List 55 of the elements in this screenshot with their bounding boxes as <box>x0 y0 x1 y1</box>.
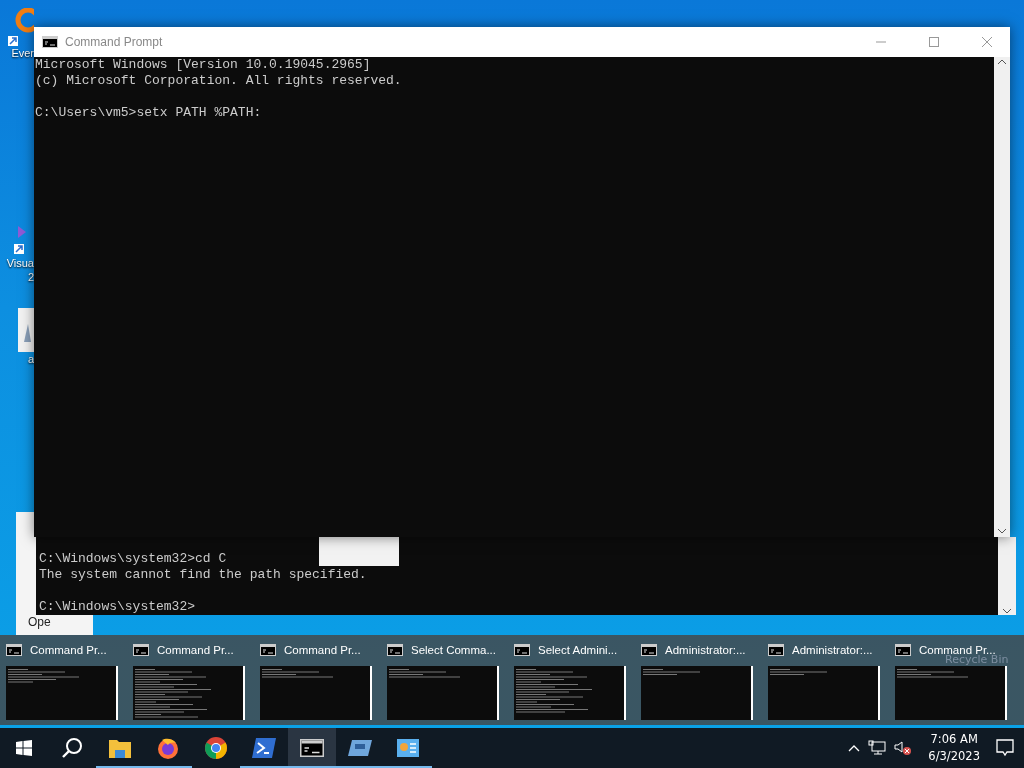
window-thumbnail[interactable] <box>133 666 245 720</box>
maximize-icon <box>929 37 939 47</box>
task-title[interactable]: Select Comma... <box>411 644 496 656</box>
task-title[interactable]: Command Pr... <box>30 644 107 656</box>
console-line: C:\Users\vm5>setx PATH %PATH: <box>35 104 262 121</box>
firefox-icon <box>156 736 180 760</box>
task-title[interactable]: Command Pr... <box>157 644 234 656</box>
task-title[interactable]: Select Admini... <box>538 644 618 656</box>
task-title[interactable]: Administrator:... <box>665 644 746 656</box>
taskbar-button[interactable] <box>288 728 336 768</box>
desktop-icon-label[interactable]: Visua <box>6 256 34 270</box>
command-prompt-icon <box>768 644 784 656</box>
window-thumbnail[interactable] <box>768 666 880 720</box>
clock[interactable]: 7:06 AM 6/3/2023 <box>920 731 988 765</box>
task-title[interactable]: Administrator:... <box>792 644 873 656</box>
console-line: C:\Windows\system32> <box>39 598 196 615</box>
command-prompt-icon <box>387 644 403 656</box>
command-prompt-icon <box>133 644 149 656</box>
window-thumbnail[interactable] <box>514 666 626 720</box>
command-prompt-icon <box>514 644 530 656</box>
chevron-up-icon[interactable] <box>848 744 861 752</box>
command-prompt-icon <box>300 739 324 757</box>
close-icon <box>982 37 992 47</box>
search-icon <box>61 737 83 759</box>
window-title: Command Prompt <box>65 35 164 49</box>
window-thumbnail[interactable] <box>6 666 118 720</box>
network-icon[interactable] <box>868 740 887 756</box>
console-line: The system cannot find the path specified. <box>39 567 367 583</box>
file-icon <box>18 308 34 352</box>
command-prompt-icon <box>6 644 22 656</box>
scrollbar[interactable] <box>994 57 1010 537</box>
window-thumbnail[interactable] <box>895 666 1007 720</box>
notifications-icon[interactable] <box>996 739 1014 757</box>
window-thumbnail[interactable] <box>641 666 753 720</box>
scrollbar[interactable] <box>998 537 1016 615</box>
window-thumbnail[interactable] <box>260 666 372 720</box>
desktop-icon-label[interactable]: Ever <box>11 46 34 60</box>
windows-logo-icon <box>16 740 32 756</box>
console-line: (c) Microsoft Corporation. All rights reserved. <box>35 73 402 89</box>
control-panel-icon <box>397 739 419 757</box>
folder-icon <box>109 738 131 758</box>
scroll-down-icon[interactable] <box>1002 607 1012 615</box>
command-prompt-icon <box>641 644 657 656</box>
powershell-icon <box>252 738 276 758</box>
command-prompt-icon <box>260 644 276 656</box>
command-prompt-icon <box>895 644 911 656</box>
open-label: Ope <box>28 615 51 629</box>
speaker-muted-icon[interactable] <box>894 740 913 756</box>
task-title[interactable]: Command Pr... <box>284 644 361 656</box>
console-line: C:\Windows\system32>cd C <box>39 551 227 567</box>
remote-desktop-icon <box>348 739 372 757</box>
console-line: Microsoft Windows [Version 10.0.19045.2965] <box>35 57 371 73</box>
window-thumbnail[interactable] <box>387 666 499 720</box>
chrome-icon <box>204 736 228 760</box>
command-prompt-icon <box>42 36 58 48</box>
